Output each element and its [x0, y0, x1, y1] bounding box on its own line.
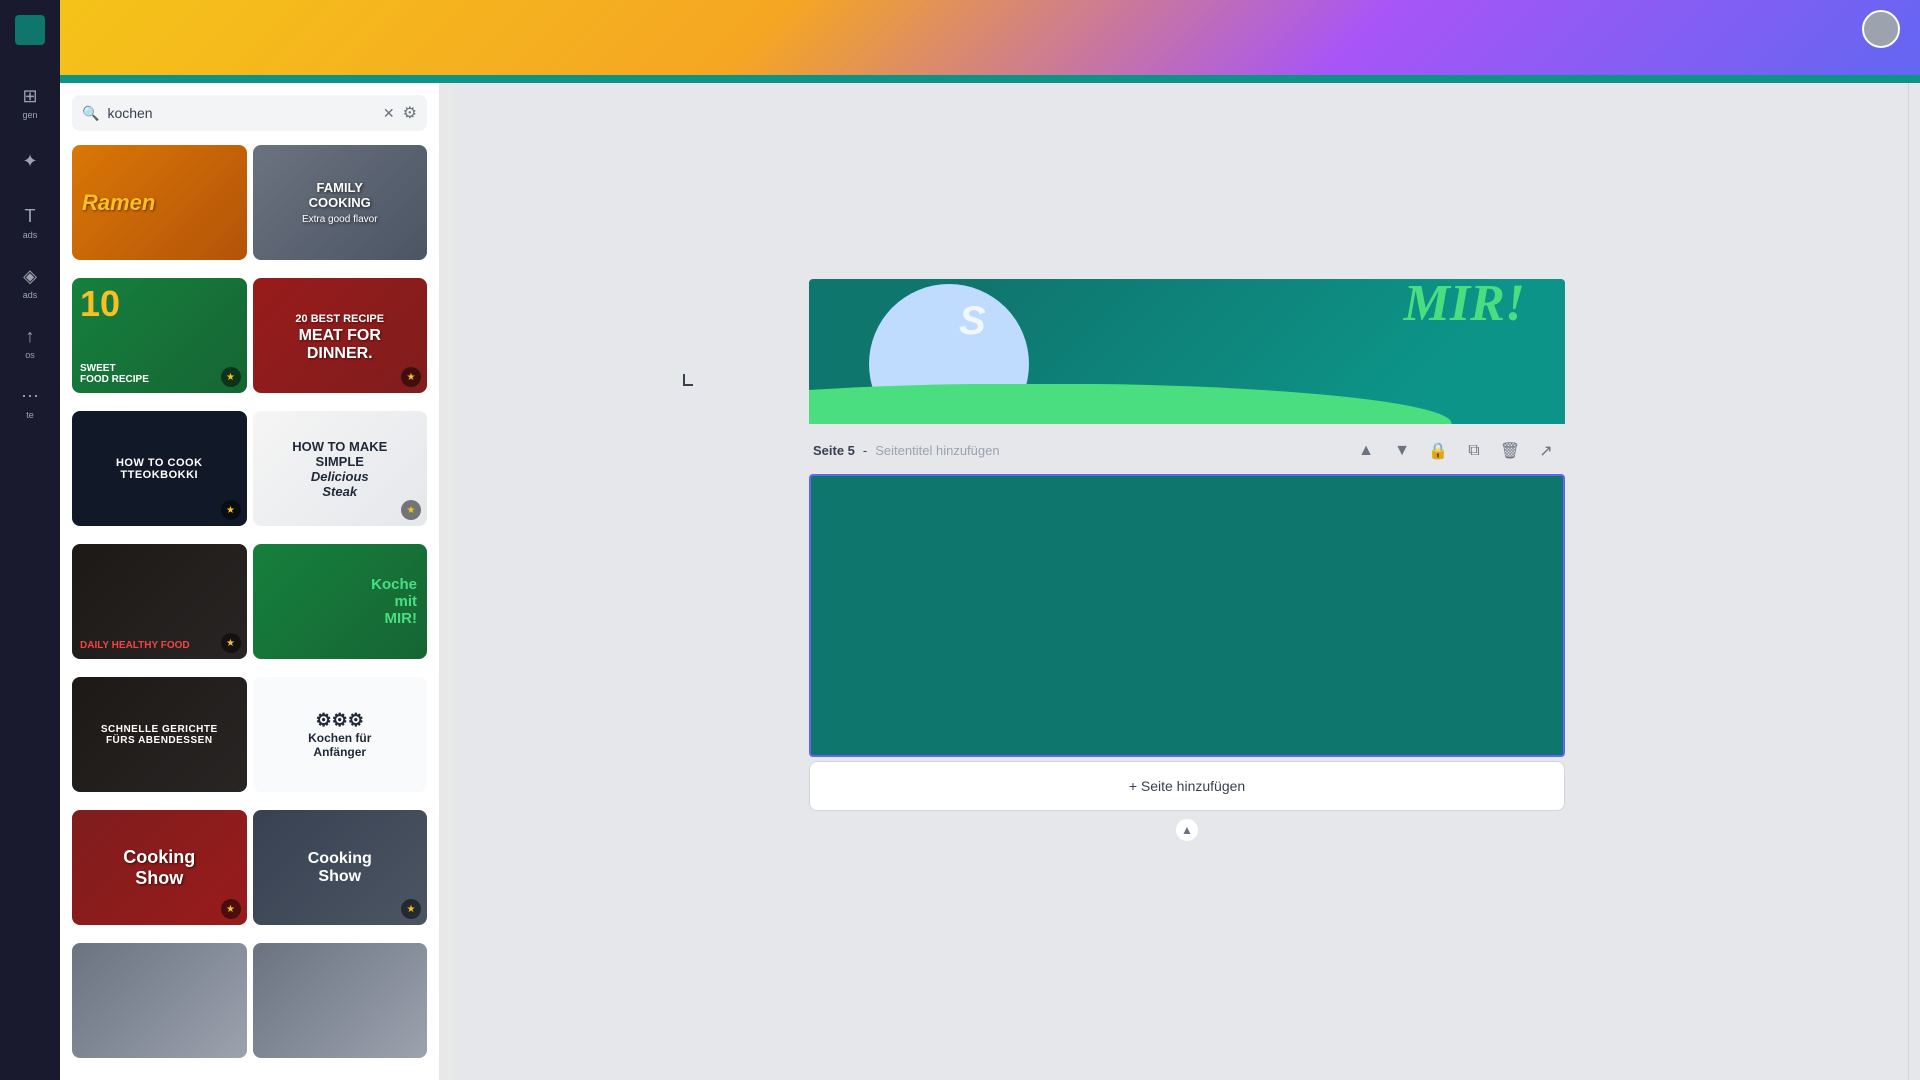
card-ramen-text: Ramen — [82, 190, 155, 216]
premium-badge: ★ — [221, 367, 241, 387]
page-number: Seite 5 — [813, 443, 855, 458]
search-panel: 🔍 ✕ ⚙ Ramen FAMILYCOOKINGExtra good flav… — [60, 83, 440, 1080]
uploads-icon: ↑ — [26, 326, 35, 347]
card-anfanger-text: ⚙⚙⚙Kochen fürAnfänger — [308, 710, 371, 759]
clear-icon[interactable]: ✕ — [383, 105, 395, 122]
template-card-misc-2[interactable] — [253, 943, 428, 1058]
slide-above[interactable]: S ⟶ MIR! — [809, 279, 1565, 424]
more-icon: ⋯ — [21, 386, 39, 407]
canvas-color-indicator[interactable] — [15, 15, 45, 45]
page-lock-button[interactable]: 🔒 — [1423, 436, 1453, 466]
card-sweet-text: SWEETFOOD RECIPE — [80, 363, 149, 385]
card-meat-text: 20 BEST RECIPEMEAT FORDINNER. — [295, 309, 384, 363]
premium-badge-tteokbokki: ★ — [221, 500, 241, 520]
slide-arrow: ⟶ — [984, 309, 1018, 338]
bottom-collapse[interactable]: ▲ — [809, 815, 1565, 845]
canvas-wrapper: S ⟶ MIR! Seite 5 - Seitentitel hinzufüge… — [809, 279, 1565, 845]
page-export-button[interactable]: ↗ — [1531, 436, 1561, 466]
main-slide[interactable]: ↺ — [809, 474, 1565, 757]
sidebar-item-brand[interactable]: ◈ ads — [10, 265, 50, 301]
page-move-up-button[interactable]: ▲ — [1351, 436, 1381, 466]
template-card-kochen-anfanger[interactable]: ⚙⚙⚙Kochen fürAnfänger — [253, 677, 428, 792]
premium-badge-daily: ★ — [221, 633, 241, 653]
search-bar: 🔍 ✕ ⚙ — [72, 95, 427, 131]
collapse-panel-handle[interactable]: ‹ — [439, 562, 440, 602]
template-card-daily-healthy[interactable]: DAILY HEALTHY FOOD ★ — [72, 544, 247, 659]
template-card-koche[interactable]: KochemitMIR! — [253, 544, 428, 659]
card-daily-text: DAILY HEALTHY FOOD — [80, 640, 190, 651]
template-card-cooking-show-2[interactable]: CookingShow ★ — [253, 810, 428, 925]
slide-above-title: MIR! — [1404, 279, 1525, 333]
page-label-area: Seite 5 - Seitentitel hinzufügen ▲ ▼ 🔒 ⧉… — [809, 428, 1565, 474]
template-grid: Ramen FAMILYCOOKINGExtra good flavor 10 … — [60, 139, 439, 1076]
page-move-down-button[interactable]: ▼ — [1387, 436, 1417, 466]
premium-badge-cs2: ★ — [401, 899, 421, 919]
search-icon: 🔍 — [82, 105, 99, 122]
top-bar-teal — [0, 75, 1920, 83]
design-icon: ⊞ — [22, 86, 37, 107]
search-input[interactable] — [107, 105, 374, 121]
card-sweet-num: 10 — [80, 283, 120, 325]
premium-badge-meat: ★ — [401, 367, 421, 387]
template-card-schnelle[interactable]: SCHNELLE GERICHTEFÜRS ABENDESSEN — [72, 677, 247, 792]
user-avatar[interactable] — [1862, 10, 1900, 48]
template-card-steak[interactable]: HOW TO MAKESIMPLEDeliciousSteak ★ — [253, 411, 428, 526]
page-delete-button[interactable]: 🗑 — [1495, 436, 1525, 466]
sidebar: ⊞ gen ✦ T ads ◈ ads ↑ os ⋯ te — [0, 0, 60, 1080]
template-card-meat[interactable]: 20 BEST RECIPEMEAT FORDINNER. ★ — [253, 278, 428, 393]
brand-icon: ◈ — [23, 266, 37, 287]
card-cooking-show-2-text: CookingShow — [308, 850, 372, 886]
collapse-arrow-icon: ▲ — [1175, 818, 1199, 842]
filter-icon[interactable]: ⚙ — [403, 103, 417, 123]
premium-badge-steak: ★ — [401, 500, 421, 520]
page-title-placeholder[interactable]: Seitentitel hinzufügen — [875, 443, 999, 458]
main-canvas: S ⟶ MIR! Seite 5 - Seitentitel hinzufüge… — [454, 83, 1920, 1080]
template-card-cooking-show-1[interactable]: CookingShow ★ — [72, 810, 247, 925]
template-card-sweet-food[interactable]: 10 SWEETFOOD RECIPE ★ — [72, 278, 247, 393]
template-card-family-cooking[interactable]: FAMILYCOOKINGExtra good flavor — [253, 145, 428, 260]
top-right-area — [1862, 10, 1900, 48]
elements-icon: ✦ — [22, 151, 37, 172]
add-page-button[interactable]: + Seite hinzufügen — [809, 761, 1565, 811]
page-actions: ▲ ▼ 🔒 ⧉ 🗑 ↗ — [1351, 436, 1561, 466]
card-steak-text: HOW TO MAKESIMPLEDeliciousSteak — [292, 439, 387, 499]
template-card-tteokbokki[interactable]: how to cookTTEOKBOKKI ★ — [72, 411, 247, 526]
card-koche-text: KochemitMIR! — [371, 576, 417, 627]
card-family-cooking-text: FAMILYCOOKINGExtra good flavor — [302, 180, 378, 225]
card-schnelle-text: SCHNELLE GERICHTEFÜRS ABENDESSEN — [101, 724, 218, 746]
card-cooking-show-1-text: CookingShow — [123, 847, 195, 889]
template-card-misc-1[interactable] — [72, 943, 247, 1058]
card-tteokbokki-text: how to cookTTEOKBOKKI — [116, 457, 203, 481]
top-bar — [0, 0, 1920, 75]
sidebar-item-uploads[interactable]: ↑ os — [10, 325, 50, 361]
page-duplicate-button[interactable]: ⧉ — [1459, 436, 1489, 466]
slide-wave — [809, 384, 1565, 424]
text-icon: T — [25, 206, 36, 227]
premium-badge-cs1: ★ — [221, 899, 241, 919]
sidebar-item-elements[interactable]: ✦ — [10, 145, 50, 181]
template-card-ramen[interactable]: Ramen — [72, 145, 247, 260]
slide-s-letter: S — [959, 299, 986, 344]
sidebar-item-design[interactable]: ⊞ gen — [10, 85, 50, 121]
right-scrollbar[interactable] — [1908, 83, 1920, 1080]
sidebar-item-more[interactable]: ⋯ te — [10, 385, 50, 421]
sidebar-item-text[interactable]: T ads — [10, 205, 50, 241]
